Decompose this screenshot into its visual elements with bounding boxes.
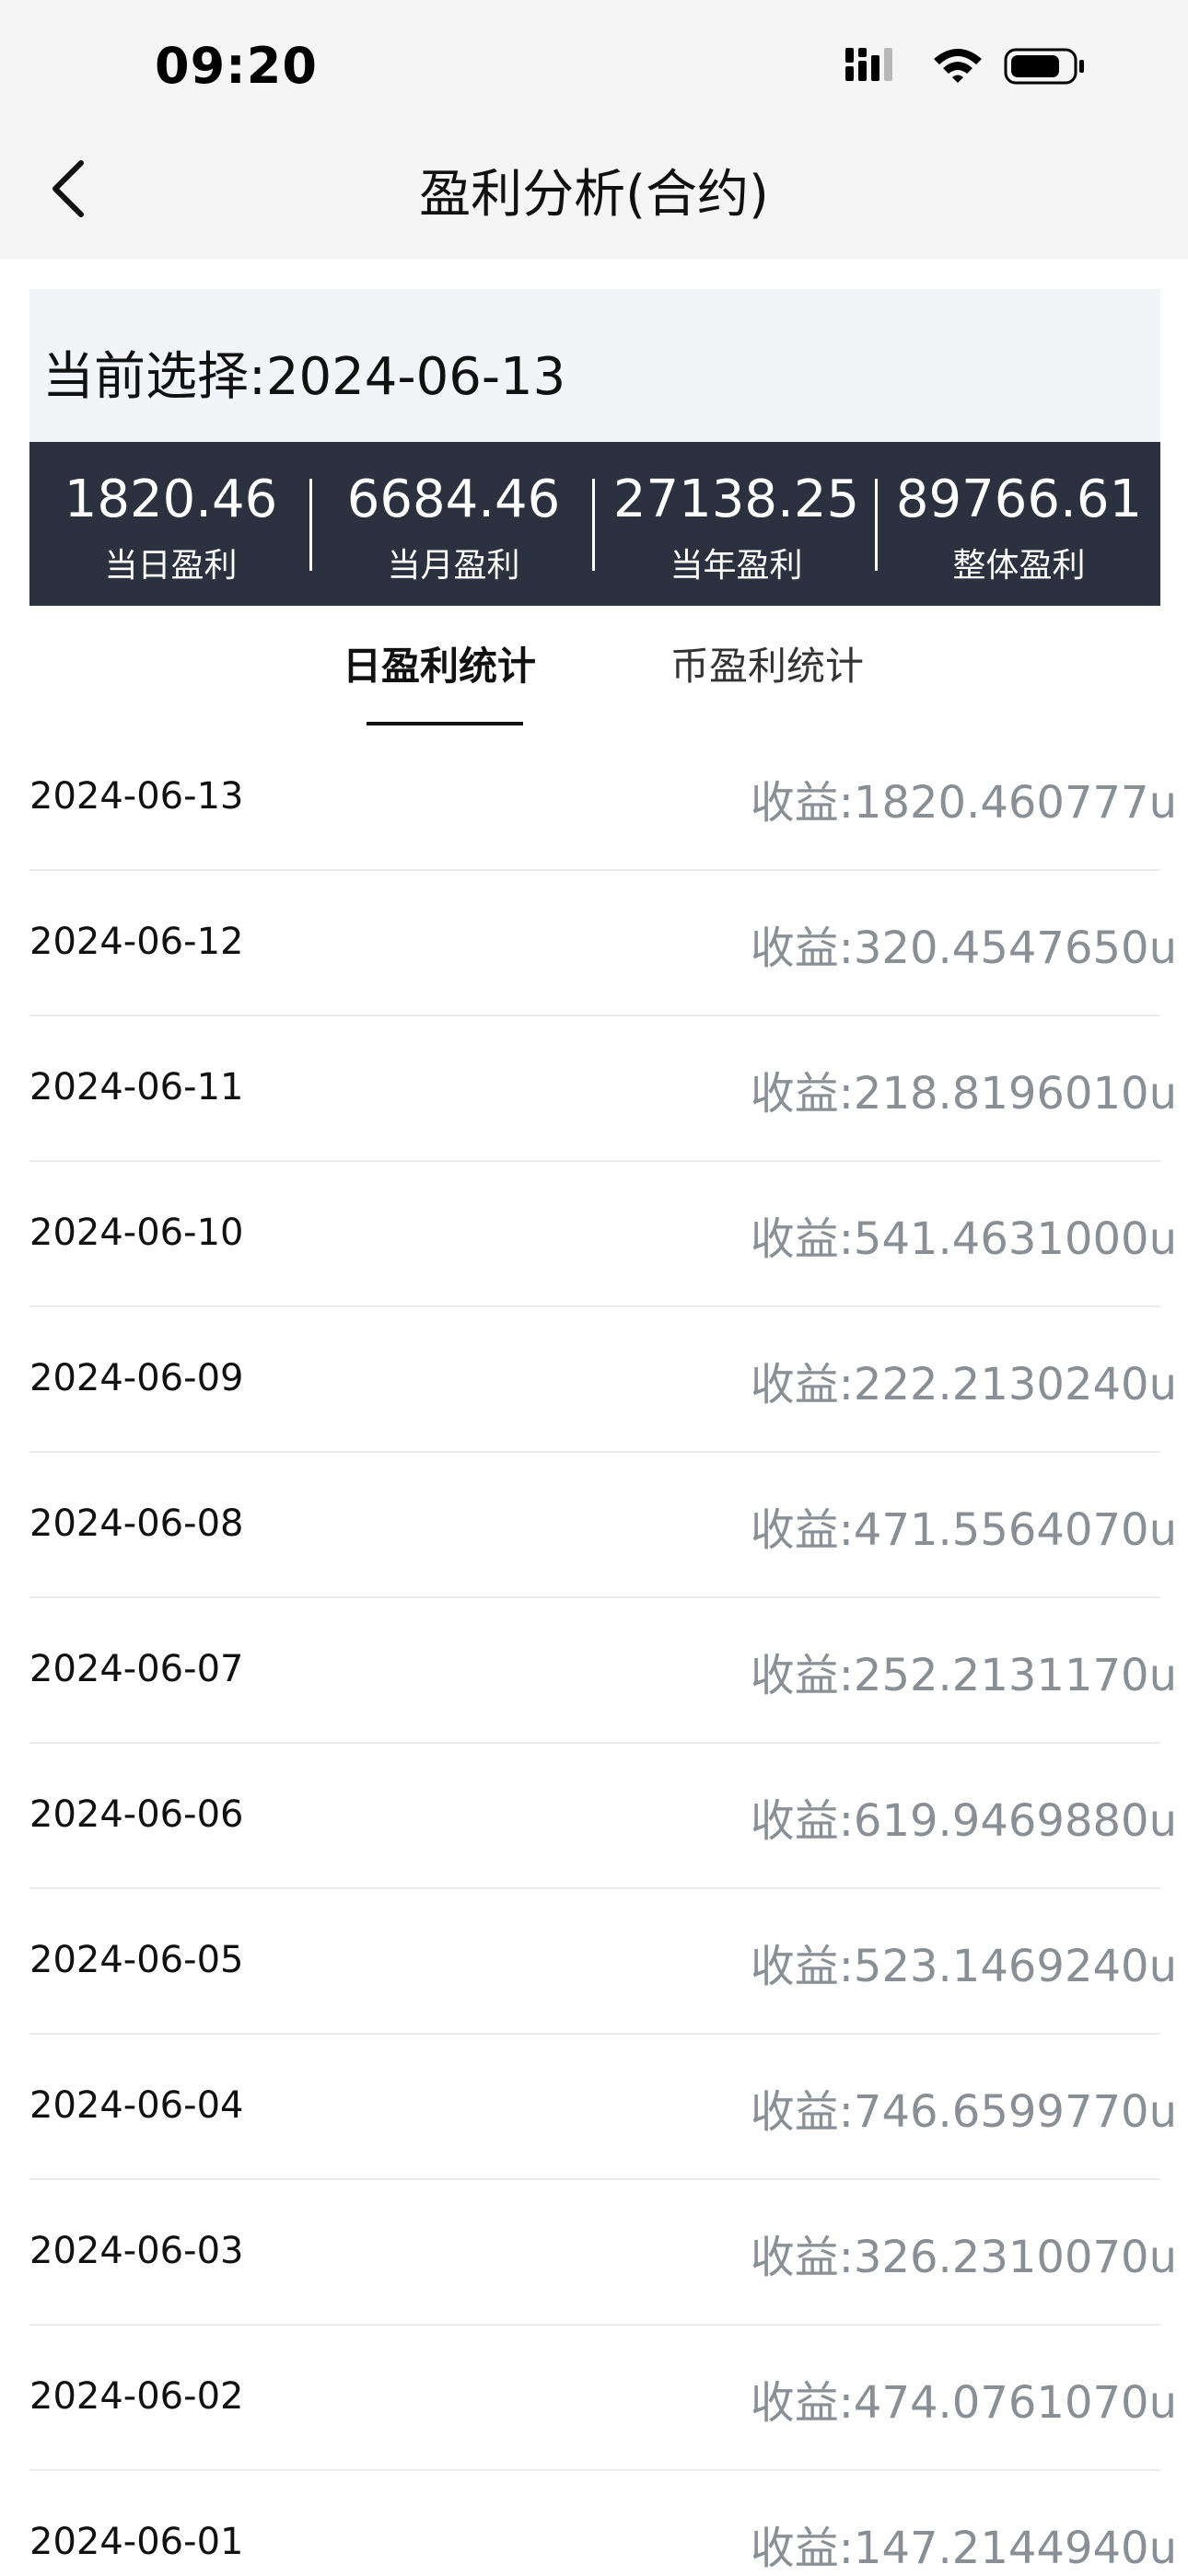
summary-total: 89766.61 整体盈利 [878, 442, 1160, 606]
row-profit: 收益:619.9469880u [750, 1795, 1177, 1847]
status-icons [845, 48, 1084, 85]
row-profit: 收益:320.4547650u [750, 922, 1177, 974]
row-profit: 收益:523.1469240u [750, 1941, 1177, 1992]
row-date: 2024-06-11 [29, 1066, 244, 1108]
summary-monthly: 6684.46 当月盈利 [312, 442, 595, 606]
wifi-icon [934, 49, 982, 83]
page-title: 盈利分析(合约) [419, 165, 769, 225]
tab-coin-profit[interactable]: 币盈利统计 [670, 635, 864, 691]
status-time: 09:20 [155, 37, 318, 95]
date-selector[interactable]: 当前选择:2024-06-13 [29, 289, 1160, 442]
row-profit: 收益:218.8196010u [750, 1068, 1177, 1120]
summary-label: 当年盈利 [670, 547, 803, 585]
battery-icon [1004, 48, 1084, 85]
row-date: 2024-06-01 [29, 2521, 244, 2563]
list-item[interactable]: 2024-06-02 收益:474.0761070u [29, 2326, 1177, 2471]
row-date: 2024-06-10 [29, 1212, 244, 1254]
row-profit: 收益:474.0761070u [750, 2377, 1177, 2429]
list-item[interactable]: 2024-06-03 收益:326.2310070u [29, 2180, 1177, 2326]
list-item[interactable]: 2024-06-13 收益:1820.460777u [29, 725, 1177, 871]
summary-label: 当月盈利 [387, 547, 520, 585]
row-date: 2024-06-13 [29, 775, 244, 818]
list-item[interactable]: 2024-06-01 收益:147.2144940u [29, 2471, 1177, 2574]
summary-value: 27138.25 [612, 470, 860, 529]
summary-label: 当日盈利 [104, 547, 238, 585]
list-item[interactable]: 2024-06-04 收益:746.6599770u [29, 2035, 1177, 2180]
row-profit: 收益:326.2310070u [750, 2232, 1177, 2283]
row-profit: 收益:541.4631000u [750, 1213, 1177, 1265]
list-item[interactable]: 2024-06-05 收益:523.1469240u [29, 1889, 1177, 2035]
row-profit: 收益:1820.460777u [750, 777, 1177, 829]
summary-value: 89766.61 [895, 470, 1143, 529]
list-item[interactable]: 2024-06-07 收益:252.2131170u [29, 1598, 1177, 1744]
row-profit: 收益:222.2130240u [750, 1359, 1177, 1410]
cellular-signal-icon [845, 48, 892, 81]
row-date: 2024-06-05 [29, 1939, 244, 1981]
summary-yearly: 27138.25 当年盈利 [595, 442, 878, 606]
list-item[interactable]: 2024-06-09 收益:222.2130240u [29, 1307, 1177, 1453]
profit-summary: 1820.46 当日盈利 6684.46 当月盈利 27138.25 当年盈利 … [29, 442, 1160, 606]
summary-value: 6684.46 [346, 470, 561, 529]
summary-label: 整体盈利 [952, 547, 1086, 585]
row-profit: 收益:746.6599770u [750, 2086, 1177, 2138]
row-profit: 收益:252.2131170u [750, 1650, 1177, 1701]
tab-daily-profit[interactable]: 日盈利统计 [343, 635, 536, 691]
header: 09:20 盈利分析(合约) [0, 0, 1188, 260]
list-item[interactable]: 2024-06-08 收益:471.5564070u [29, 1453, 1177, 1598]
row-date: 2024-06-02 [29, 2375, 244, 2418]
list-item[interactable]: 2024-06-10 收益:541.4631000u [29, 1162, 1177, 1307]
list-item[interactable]: 2024-06-12 收益:320.4547650u [29, 871, 1177, 1016]
row-date: 2024-06-07 [29, 1648, 244, 1690]
summary-value: 1820.46 [64, 470, 278, 529]
row-date: 2024-06-04 [29, 2084, 244, 2127]
row-date: 2024-06-06 [29, 1793, 244, 1836]
row-date: 2024-06-09 [29, 1357, 244, 1399]
row-profit: 收益:147.2144940u [750, 2523, 1177, 2574]
row-date: 2024-06-03 [29, 2230, 244, 2272]
row-date: 2024-06-12 [29, 921, 244, 963]
list-item[interactable]: 2024-06-11 收益:218.8196010u [29, 1016, 1177, 1162]
current-selection-label: 当前选择:2024-06-13 [42, 347, 566, 407]
summary-daily: 1820.46 当日盈利 [29, 442, 312, 606]
row-profit: 收益:471.5564070u [750, 1504, 1177, 1556]
list-item[interactable]: 2024-06-06 收益:619.9469880u [29, 1744, 1177, 1889]
row-date: 2024-06-08 [29, 1503, 244, 1545]
